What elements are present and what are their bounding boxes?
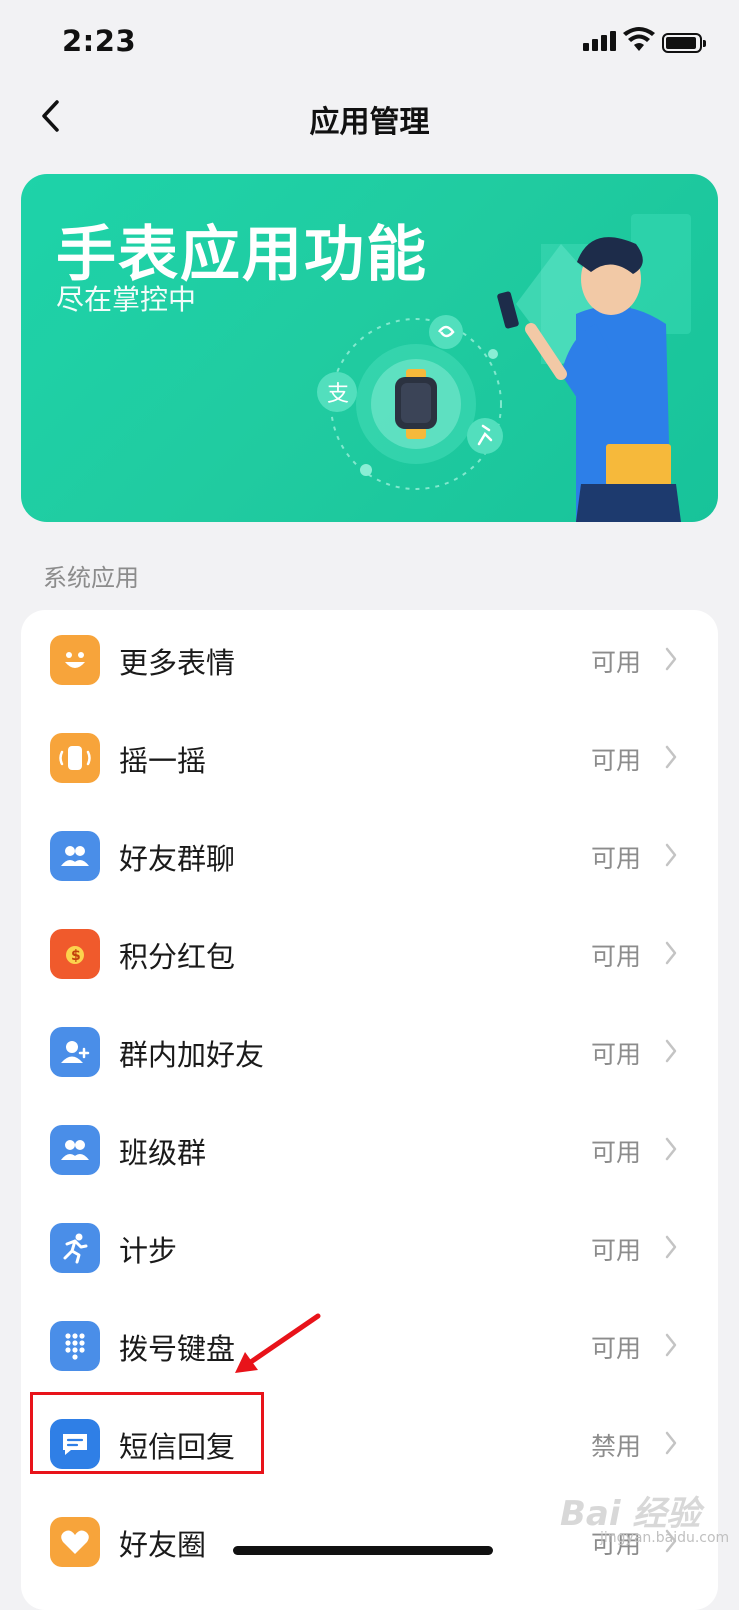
app-name: 群内加好友 — [119, 1038, 265, 1072]
status-time: 2:23 — [62, 24, 137, 58]
app-status: 可用 — [590, 844, 641, 873]
app-name: 好友圈 — [119, 1528, 207, 1562]
watermark: Bai 经验 — [560, 1494, 701, 1534]
app-row-class-group[interactable]: 班级群 可用 — [21, 1100, 718, 1200]
heart-icon — [50, 1517, 100, 1567]
battery-icon — [662, 33, 706, 53]
home-indicator[interactable] — [233, 1546, 493, 1555]
watermark-url: jingyan.baidu.com — [600, 1530, 730, 1546]
running-icon — [50, 1223, 100, 1273]
app-row-group-chat[interactable]: 好友群聊 可用 — [21, 806, 718, 906]
chevron-right-icon — [665, 1137, 677, 1161]
chevron-right-icon — [665, 1039, 677, 1063]
app-name: 积分红包 — [119, 940, 236, 974]
app-row-red-packet[interactable]: $ 积分红包 可用 — [21, 904, 718, 1004]
wifi-icon — [623, 27, 655, 51]
app-name: 拨号键盘 — [119, 1332, 236, 1366]
annotation-arrow — [235, 1313, 321, 1373]
app-status: 可用 — [590, 942, 641, 971]
chevron-right-icon — [665, 941, 677, 965]
app-row-add-friend[interactable]: 群内加好友 可用 — [21, 1002, 718, 1102]
svg-text:支: 支 — [327, 382, 349, 407]
app-name: 好友群聊 — [119, 842, 236, 876]
dialpad-icon — [50, 1321, 100, 1371]
chevron-right-icon — [665, 647, 677, 671]
app-row-dialpad[interactable]: 拨号键盘 可用 — [21, 1296, 718, 1396]
class-group-icon — [50, 1125, 100, 1175]
chevron-right-icon — [665, 1333, 677, 1357]
app-row-shake[interactable]: 摇一摇 可用 — [21, 708, 718, 808]
app-status: 可用 — [590, 1334, 641, 1363]
app-name: 计步 — [119, 1234, 178, 1268]
chevron-right-icon — [665, 745, 677, 769]
annotation-highlight-box — [30, 1392, 264, 1474]
app-name: 班级群 — [119, 1136, 207, 1170]
shake-watch-icon — [50, 733, 100, 783]
chevron-right-icon — [665, 1235, 677, 1259]
app-status: 可用 — [590, 648, 641, 677]
app-name: 更多表情 — [119, 646, 236, 680]
red-packet-icon: $ — [50, 929, 100, 979]
chevron-right-icon — [665, 843, 677, 867]
feature-banner: 支 手表应用功能 尽在掌控中 — [21, 174, 718, 522]
page-title: 应用管理 — [309, 105, 430, 140]
app-status: 禁用 — [590, 1432, 641, 1461]
app-row-step-counter[interactable]: 计步 可用 — [21, 1198, 718, 1298]
app-status: 可用 — [590, 1040, 641, 1069]
section-title: 系统应用 — [43, 564, 139, 592]
smiley-icon — [50, 635, 100, 685]
app-name: 摇一摇 — [119, 744, 207, 778]
banner-subtitle: 尽在掌控中 — [56, 283, 197, 316]
cellular-signal-icon — [583, 31, 617, 51]
app-status: 可用 — [590, 1138, 641, 1167]
app-status: 可用 — [590, 1236, 641, 1265]
group-chat-icon — [50, 831, 100, 881]
add-friend-icon — [50, 1027, 100, 1077]
status-bar: 2:23 — [0, 0, 739, 88]
app-status: 可用 — [590, 746, 641, 775]
chevron-right-icon — [665, 1431, 677, 1455]
app-row-more-emoji[interactable]: 更多表情 可用 — [21, 610, 718, 710]
svg-text:$: $ — [71, 948, 81, 964]
